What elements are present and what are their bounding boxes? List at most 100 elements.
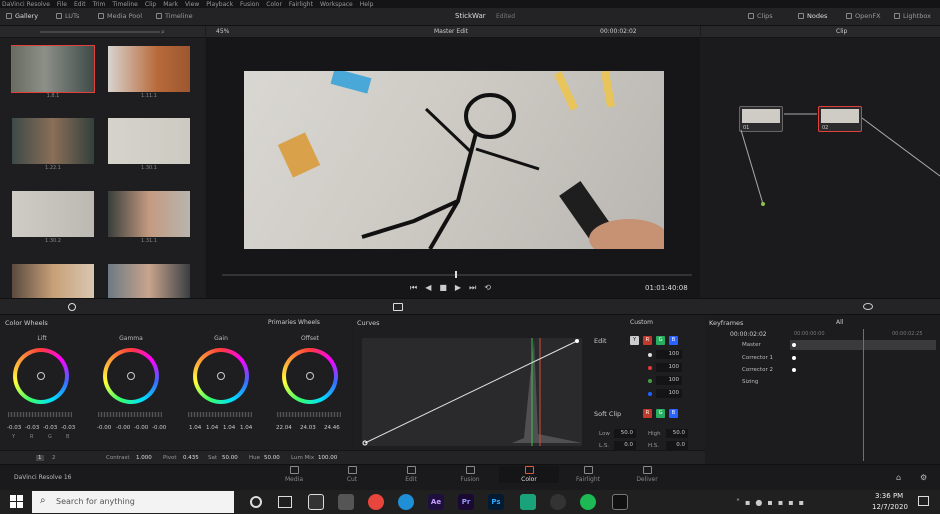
search-icon[interactable]: ⌕	[161, 28, 165, 37]
lum-mix-value[interactable]: 100.00	[318, 455, 337, 461]
edge-icon[interactable]	[398, 494, 414, 510]
photoshop-icon[interactable]: Ps	[488, 494, 504, 510]
home-icon[interactable]: ⌂	[896, 473, 901, 482]
curves-mode-selector[interactable]: Custom	[630, 319, 653, 326]
menu-item[interactable]: Workspace	[320, 1, 353, 8]
keyframe-marker[interactable]	[792, 356, 796, 360]
taskbar-time[interactable]: 3:36 PM	[875, 492, 903, 500]
gain-y-value[interactable]: 1.04	[189, 425, 201, 431]
menu-item[interactable]: View	[185, 1, 199, 8]
lift-g-value[interactable]: -0.03	[43, 425, 57, 431]
task-view-icon[interactable]	[278, 496, 292, 508]
chrome-icon[interactable]	[368, 494, 384, 510]
low-value[interactable]: 50.0	[614, 429, 636, 438]
gamma-wheel[interactable]	[103, 348, 159, 404]
page-color[interactable]: Color	[499, 466, 559, 483]
gamma-b-value[interactable]: -0.00	[152, 425, 166, 431]
zoom-level[interactable]: 45%	[216, 28, 229, 35]
openfx-button[interactable]: OpenFX	[846, 12, 881, 20]
davinci-resolve-icon[interactable]	[550, 494, 566, 510]
page-deliver[interactable]: Deliver	[617, 466, 677, 483]
explorer-icon[interactable]	[338, 494, 354, 510]
luma-channel-toggle[interactable]: Y	[630, 336, 639, 345]
app-icon[interactable]	[520, 494, 536, 510]
taskbar-search-box[interactable]: ⌕ Search for anything	[32, 491, 234, 513]
epic-games-icon[interactable]	[612, 494, 628, 510]
page-fairlight[interactable]: Fairlight	[558, 466, 618, 483]
gallery-button[interactable]: Gallery	[6, 12, 38, 20]
gallery-thumb[interactable]	[108, 118, 190, 164]
gain-b-value[interactable]: 1.04	[240, 425, 252, 431]
curves-graph[interactable]	[362, 338, 582, 446]
spotify-icon[interactable]	[580, 494, 596, 510]
menu-item[interactable]: Clip	[145, 1, 156, 8]
edit-green-value[interactable]: 100	[656, 376, 682, 385]
color-wheels-icon[interactable]	[68, 303, 76, 311]
menu-item[interactable]: Trim	[93, 1, 106, 8]
kf-row-sizing[interactable]: Sizing	[742, 379, 758, 385]
kf-row-corrector-1[interactable]: Corrector 1	[742, 355, 773, 361]
gamma-y-value[interactable]: -0.00	[97, 425, 111, 431]
after-effects-icon[interactable]: Ae	[428, 494, 444, 510]
transport-controls[interactable]: ⏮◀■▶⏭⟲	[410, 283, 499, 293]
contrast-value[interactable]: 1.000	[136, 455, 152, 461]
gallery-thumb[interactable]	[108, 264, 190, 298]
offset-r-value[interactable]: 22.04	[276, 425, 292, 431]
windows-start-icon[interactable]	[10, 495, 23, 508]
menu-item[interactable]: Playback	[206, 1, 233, 8]
nodes-button[interactable]: Nodes	[798, 12, 827, 20]
soft-clip-green-toggle[interactable]: G	[656, 409, 665, 418]
edit-luma-value[interactable]: 100	[656, 350, 682, 359]
premiere-icon[interactable]: Pr	[458, 494, 474, 510]
page-media[interactable]: Media	[264, 466, 324, 483]
curves-icon[interactable]	[393, 303, 403, 311]
red-channel-toggle[interactable]: R	[643, 336, 652, 345]
keyframes-icon[interactable]	[863, 303, 873, 310]
gallery-thumb[interactable]	[12, 191, 94, 237]
offset-master-slider[interactable]	[277, 412, 341, 417]
gamma-master-slider[interactable]	[98, 412, 162, 417]
pivot-value[interactable]: 0.435	[183, 455, 199, 461]
ls-value[interactable]: 0.0	[614, 441, 636, 450]
menu-item[interactable]: Timeline	[112, 1, 138, 8]
settings-icon[interactable]: ⚙	[920, 473, 927, 482]
high-value[interactable]: 50.0	[666, 429, 688, 438]
offset-wheel[interactable]	[282, 348, 338, 404]
clips-button[interactable]: Clips	[748, 12, 773, 20]
offset-g-value[interactable]: 24.03	[300, 425, 316, 431]
offset-b-value[interactable]: 24.46	[324, 425, 340, 431]
gallery-size-slider[interactable]	[40, 31, 160, 33]
gain-r-value[interactable]: 1.04	[206, 425, 218, 431]
sat-value[interactable]: 50.00	[222, 455, 238, 461]
page-cut[interactable]: Cut	[322, 466, 382, 483]
gallery-thumb[interactable]	[108, 46, 190, 92]
viewer-image[interactable]	[244, 71, 664, 249]
timeline-selector[interactable]: Master Edit	[434, 28, 468, 35]
gain-g-value[interactable]: 1.04	[223, 425, 235, 431]
hs-value[interactable]: 0.0	[666, 441, 688, 450]
luts-button[interactable]: LUTs	[56, 12, 79, 20]
hue-value[interactable]: 50.00	[264, 455, 280, 461]
wheel-handle[interactable]	[217, 372, 225, 380]
menu-item[interactable]: Mark	[163, 1, 178, 8]
gallery-thumb[interactable]	[12, 264, 94, 298]
soft-clip-red-toggle[interactable]: R	[643, 409, 652, 418]
menu-item[interactable]: Fairlight	[289, 1, 313, 8]
menu-item[interactable]: Fusion	[240, 1, 259, 8]
lift-r-value[interactable]: -0.03	[25, 425, 39, 431]
app-icon[interactable]	[308, 494, 324, 510]
soft-clip-blue-toggle[interactable]: B	[669, 409, 678, 418]
gamma-r-value[interactable]: -0.00	[116, 425, 130, 431]
lift-wheel[interactable]	[13, 348, 69, 404]
notification-icon[interactable]	[918, 496, 929, 506]
keyframe-playhead[interactable]	[863, 329, 864, 461]
page-fusion[interactable]: Fusion	[440, 466, 500, 483]
playhead[interactable]	[455, 271, 457, 278]
menu-item[interactable]: Edit	[74, 1, 86, 8]
page-2-button[interactable]: 2	[52, 455, 56, 461]
scrub-bar[interactable]	[222, 271, 692, 278]
wheel-handle[interactable]	[37, 372, 45, 380]
system-tray-icons[interactable]: ˄▪●▪▪▪▪	[736, 498, 809, 507]
keyframe-marker[interactable]	[792, 343, 796, 347]
gallery-thumb[interactable]	[108, 191, 190, 237]
